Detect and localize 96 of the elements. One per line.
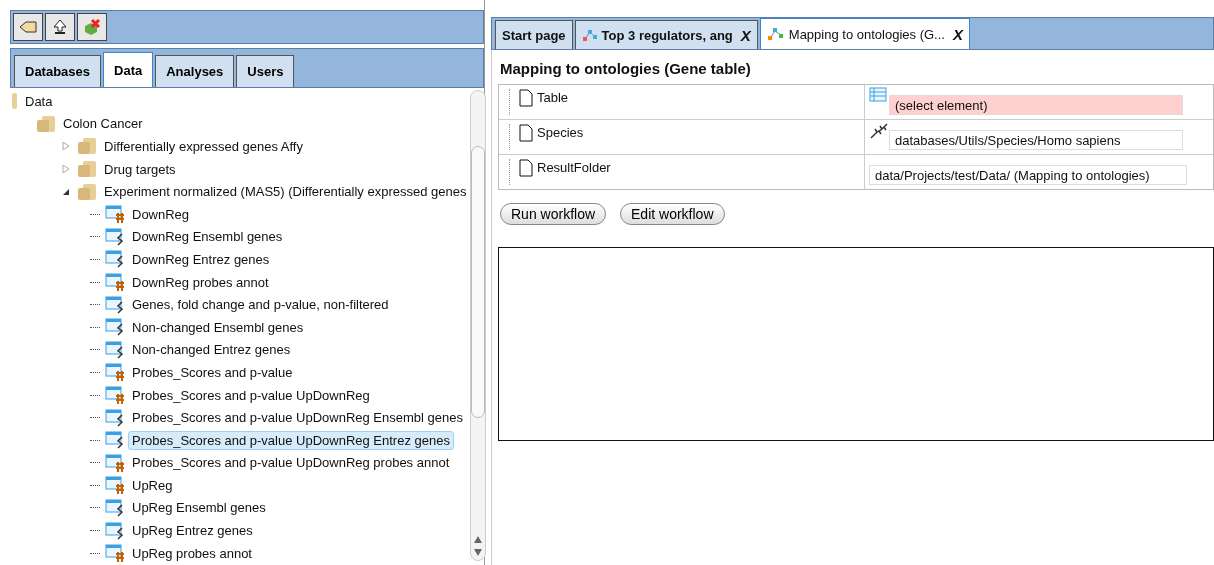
document-tab[interactable]: Top 3 regulators, ang X [574, 20, 758, 49]
table-helix-icon [105, 227, 125, 246]
tree-item[interactable]: Probes_Scores and p-value UpDownReg Entrez genes [128, 430, 454, 450]
table-helix-icon [105, 499, 125, 517]
folder-icon [36, 114, 56, 133]
tree-item[interactable]: Drug targets [100, 159, 180, 179]
table-helix-icon [105, 340, 125, 359]
tree-item[interactable]: Data [21, 91, 57, 111]
table-grid-icon [105, 205, 125, 224]
parameter-name: ResultFolder [537, 160, 611, 175]
tree-line [90, 281, 100, 283]
folder-icon [77, 137, 97, 156]
tree-line [90, 439, 100, 441]
folder-icon [77, 160, 97, 179]
tree-line [90, 507, 100, 509]
close-button[interactable]: X [740, 26, 751, 44]
tree-item[interactable]: Probes_Scores and p-value UpDownReg Ensembl genes [128, 408, 467, 428]
table-grid-icon [105, 273, 125, 292]
tree-line [90, 258, 100, 260]
box-delete-icon [83, 18, 101, 36]
tree-item[interactable]: Non-changed Ensembl genes [128, 317, 308, 337]
tree-line [509, 89, 511, 115]
folder-icon [12, 92, 18, 111]
table-grid-icon [105, 386, 125, 404]
table-helix-icon [105, 250, 125, 269]
workflow-button[interactable]: Edit workflow [620, 203, 725, 225]
back-button[interactable] [13, 13, 43, 41]
table-grid-icon [105, 476, 125, 495]
tree-line [90, 417, 100, 419]
table-helix-icon [105, 521, 125, 540]
table-helix-icon [105, 295, 125, 314]
tab[interactable]: Databases [14, 55, 102, 87]
tree-line [90, 530, 100, 532]
upload-button[interactable] [45, 13, 75, 41]
tree-item[interactable]: UpReg probes annot [128, 543, 256, 563]
delete-button[interactable] [77, 13, 107, 41]
document-icon [519, 89, 533, 107]
tab[interactable]: Analyses [155, 55, 235, 87]
table-grid-icon [105, 453, 125, 472]
collapse-triangle-icon[interactable] [62, 187, 70, 196]
tree-line [90, 552, 100, 554]
tree-item[interactable]: UpReg Ensembl genes [128, 498, 270, 518]
tree-item[interactable]: DownReg probes annot [128, 272, 273, 292]
tree-line [90, 349, 100, 351]
scrollbar[interactable] [470, 90, 487, 561]
tree-line [509, 159, 511, 185]
scroll-up-icon[interactable] [474, 536, 483, 543]
up-arrow-icon [52, 19, 68, 35]
parameter-name: Table [537, 90, 569, 105]
folder-back-icon [19, 20, 37, 34]
diagram-icon [581, 28, 598, 42]
tree-line [90, 326, 100, 328]
tab[interactable]: Users [236, 55, 295, 87]
document-tab[interactable]: Mapping to ontologies (G... X [759, 18, 970, 49]
tree-item[interactable]: DownReg Entrez genes [128, 249, 274, 269]
tree-item[interactable]: DownReg Ensembl genes [128, 227, 287, 247]
tree-item[interactable]: Experiment normalized (MAS5) (Differentially expressed genes [100, 182, 471, 202]
tree-line [90, 236, 100, 238]
tree-line [90, 484, 100, 486]
document-icon [519, 124, 533, 142]
tree-line [90, 371, 100, 373]
tree-item[interactable]: Non-changed Entrez genes [128, 340, 295, 360]
scroll-thumb[interactable] [471, 146, 486, 418]
tree-line [509, 124, 511, 150]
value-field[interactable]: databases/Utils/Species/Homo sapiens [889, 130, 1183, 150]
close-button[interactable]: X [952, 25, 963, 43]
scroll-down-icon[interactable] [474, 549, 483, 556]
tree-line [90, 394, 100, 396]
table-helix-icon [105, 431, 125, 450]
workflow-button[interactable]: Run workflow [500, 203, 607, 225]
tree-item[interactable]: UpReg Entrez genes [128, 521, 257, 541]
tree-item[interactable]: Genes, fold change and p-value, non-filtered [128, 295, 393, 315]
parameter-name: Species [537, 125, 584, 140]
tree-line [90, 462, 100, 464]
workflow-icon [766, 26, 785, 42]
tree-item[interactable]: Probes_Scores and p-value UpDownReg [128, 385, 374, 405]
value-field[interactable]: (select element) [889, 95, 1183, 115]
tree-item[interactable]: Colon Cancer [59, 114, 147, 134]
tab[interactable]: Data [103, 52, 154, 87]
document-icon [519, 159, 533, 177]
value-field[interactable]: data/Projects/test/Data/ (Mapping to ontologies) [869, 165, 1187, 185]
table-helix-icon [105, 318, 125, 337]
table-icon [869, 87, 887, 103]
table-grid-icon [105, 363, 125, 382]
tree-item[interactable]: Probes_Scores and p-value [128, 362, 297, 382]
tree-line [90, 304, 100, 306]
form-title: Mapping to ontologies (Gene table) [500, 60, 752, 77]
folder-icon [77, 182, 97, 201]
table-grid-icon [105, 544, 125, 563]
table-helix-icon [105, 408, 125, 427]
document-tab[interactable]: Start page [495, 20, 573, 49]
tree-item[interactable]: DownReg [128, 204, 194, 224]
tree-item[interactable]: UpReg [128, 475, 177, 495]
tree-item[interactable]: Differentially expressed genes Affy [100, 137, 307, 156]
tree-line [90, 213, 100, 215]
tree-item[interactable]: Probes_Scores and p-value UpDownReg probes annot [128, 453, 454, 473]
